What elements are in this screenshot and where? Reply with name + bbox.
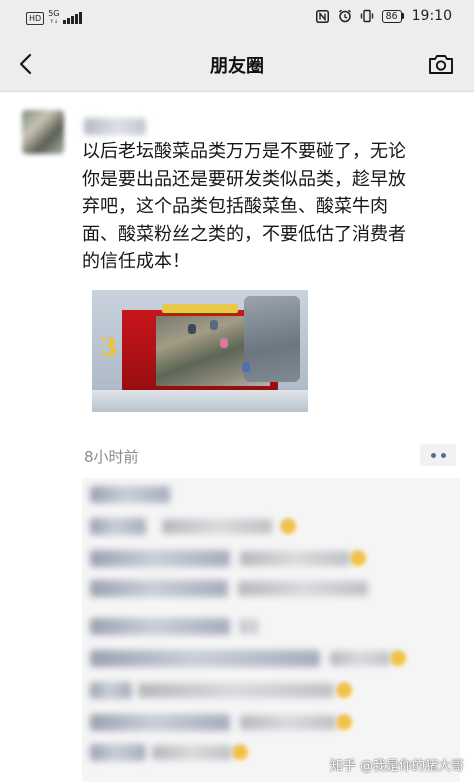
- post-text: 以后老坛酸菜品类万万是不要碰了，无论 你是要出品还是要研发类似品类，趁早放 弃吧…: [82, 138, 458, 276]
- alarm-icon: [338, 9, 352, 23]
- comment-text-blurred: [152, 745, 232, 760]
- emoji-icon: [232, 744, 248, 760]
- comment-author-blurred[interactable]: [90, 518, 146, 535]
- author-name-blurred[interactable]: [84, 118, 146, 135]
- comment-author-blurred[interactable]: [90, 580, 228, 597]
- post-timestamp: 8小时前: [84, 448, 139, 466]
- dot-icon: [440, 452, 446, 458]
- avatar[interactable]: [22, 110, 64, 154]
- network-label: 5G: [48, 9, 60, 18]
- comment-text-blurred: [162, 519, 272, 534]
- tv-logo-graphic: 3: [100, 332, 117, 361]
- nfc-icon: [316, 9, 330, 23]
- person-graphic: [242, 362, 250, 372]
- comment-text-blurred: [138, 683, 334, 698]
- more-actions-button[interactable]: [420, 444, 456, 466]
- network-type: 5G ↑↓: [48, 10, 59, 26]
- status-time: 19:10: [411, 8, 452, 24]
- comment-text-blurred: [240, 715, 336, 730]
- person-graphic: [220, 338, 228, 348]
- emoji-icon: [280, 518, 296, 534]
- watermark: 知乎 @我是你的猪大哥: [329, 759, 464, 774]
- camera-icon: [429, 55, 453, 74]
- nav-bar: 朋友圈: [0, 36, 474, 92]
- hd-badge: HD: [26, 11, 45, 25]
- post-image[interactable]: 3: [92, 290, 308, 412]
- comment-author-blurred[interactable]: [90, 714, 230, 731]
- rocks-graphic: [244, 296, 300, 382]
- comment-text-blurred: [240, 619, 258, 634]
- camera-button[interactable]: [426, 50, 456, 78]
- post-text-line: 以后老坛酸菜品类万万是不要碰了，无论: [82, 141, 406, 162]
- signal-icon: [63, 12, 82, 24]
- vibrate-icon: [360, 9, 374, 23]
- emoji-icon: [390, 650, 406, 666]
- tv-title-bar-graphic: [162, 304, 238, 313]
- comment-author-blurred[interactable]: [90, 550, 230, 567]
- page-title: 朋友圈: [210, 56, 264, 77]
- post-text-line: 弃吧，这个品类包括酸菜鱼、酸菜牛肉: [82, 196, 388, 217]
- person-graphic: [210, 320, 218, 330]
- comment-text-blurred: [240, 551, 350, 566]
- battery-icon: 86: [381, 9, 404, 23]
- post-text-line: 面、酸菜粉丝之类的，不要低估了消费者: [82, 223, 406, 245]
- comment-author-blurred[interactable]: [90, 486, 170, 503]
- emoji-icon: [336, 682, 352, 698]
- post-text-line: 你是要出品还是要研发类似品类，趁早放: [82, 168, 406, 190]
- status-right: 86 19:10: [316, 8, 452, 24]
- comments-section: [82, 478, 460, 782]
- status-bar: HD 5G ↑↓ 86 19:10: [0, 0, 474, 36]
- person-graphic: [188, 324, 196, 334]
- emoji-icon: [336, 714, 352, 730]
- comment-author-blurred[interactable]: [90, 682, 132, 699]
- comment-author-blurred[interactable]: [90, 618, 230, 635]
- tv-base-graphic: [92, 390, 308, 412]
- emoji-icon: [350, 550, 366, 566]
- data-arrows-icon: ↑↓: [49, 19, 59, 25]
- status-left: HD 5G ↑↓: [26, 10, 82, 26]
- comment-text-blurred: [238, 581, 368, 596]
- comment-author-blurred[interactable]: [90, 744, 146, 761]
- comment-text-blurred: [330, 651, 390, 666]
- post-text-line: 的信任成本！: [82, 251, 190, 272]
- comment-author-blurred[interactable]: [90, 650, 320, 667]
- dot-icon: [430, 452, 436, 458]
- battery-level: 86: [381, 9, 402, 23]
